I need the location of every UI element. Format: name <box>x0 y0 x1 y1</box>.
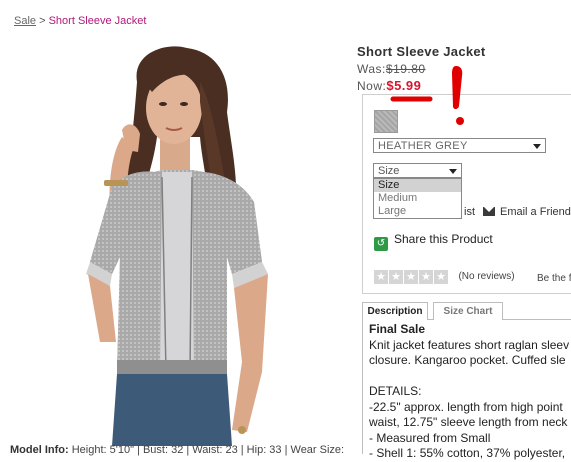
star-icon[interactable]: ★ <box>419 269 433 284</box>
size-select-value: Size <box>378 165 400 177</box>
star-icon[interactable]: ★ <box>434 269 448 284</box>
email-friend-label: Email a Friend <box>500 206 571 218</box>
size-option[interactable]: Medium <box>374 192 461 205</box>
description-content: Final Sale Knit jacket features short ra… <box>369 322 571 462</box>
description-line <box>369 369 571 385</box>
description-line: closure. Kangaroo pocket. Cuffed sle <box>369 353 566 367</box>
now-price: $5.99 <box>386 78 422 93</box>
breadcrumb: Sale > Short Sleeve Jacket <box>14 15 146 27</box>
was-price: $19.80 <box>385 62 426 76</box>
email-friend-link[interactable]: Email a Friend <box>483 206 571 218</box>
description-line: waist, 12.75" sleeve length from neck <box>369 415 568 429</box>
tab-description[interactable]: Description <box>362 302 428 320</box>
star-icon[interactable]: ★ <box>374 269 388 284</box>
now-price-line: Now:$5.99 <box>357 78 421 93</box>
breadcrumb-separator: > <box>39 15 46 27</box>
size-dropdown-list: Size Medium Large <box>373 178 462 219</box>
model-info-label: Model Info: <box>10 444 69 456</box>
was-label: Was: <box>357 62 386 76</box>
description-line: DETAILS: <box>369 384 422 398</box>
breadcrumb-link-sale[interactable]: Sale <box>14 15 36 27</box>
model-info-text: Height: 5'10" | Bust: 32 | Waist: 23 | H… <box>68 444 345 456</box>
reviews-count: (No reviews) <box>458 271 515 283</box>
share-label: Share this Product <box>394 232 493 246</box>
share-icon: ↺ <box>374 237 388 251</box>
now-label: Now: <box>357 79 387 93</box>
color-select-value: HEATHER GREY <box>378 140 468 152</box>
size-option[interactable]: Large <box>374 205 461 218</box>
chevron-down-icon <box>449 169 457 174</box>
tab-size-chart[interactable]: Size Chart <box>433 302 503 320</box>
star-icon[interactable]: ★ <box>404 269 418 284</box>
model-info: Model Info: Height: 5'10" | Bust: 32 | W… <box>10 444 344 456</box>
chevron-down-icon <box>533 144 541 149</box>
description-title: Final Sale <box>369 322 426 336</box>
description-line: - Measured from Small <box>369 430 491 445</box>
rating: ★ ★ ★ ★ ★ (No reviews) <box>374 268 515 286</box>
size-select[interactable]: Size <box>373 163 462 178</box>
star-icon[interactable]: ★ <box>389 269 403 284</box>
description-line: Knit jacket features short raglan sleev <box>369 337 570 352</box>
share-product-button[interactable]: ↺ Share this Product <box>374 232 493 251</box>
color-swatch[interactable] <box>374 110 398 133</box>
product-title: Short Sleeve Jacket <box>357 44 486 59</box>
be-first-review-link[interactable]: Be the f <box>537 273 571 284</box>
mail-icon <box>483 207 495 216</box>
add-to-wishlist-link[interactable]: ist <box>464 206 475 218</box>
size-option[interactable]: Size <box>374 179 461 192</box>
breadcrumb-current: Short Sleeve Jacket <box>48 15 147 27</box>
description-line: -22.5" approx. length from high point <box>369 399 563 414</box>
color-select[interactable]: HEATHER GREY <box>373 138 546 153</box>
product-photo <box>86 46 268 446</box>
was-price-line: Was:$19.80 <box>357 62 426 76</box>
